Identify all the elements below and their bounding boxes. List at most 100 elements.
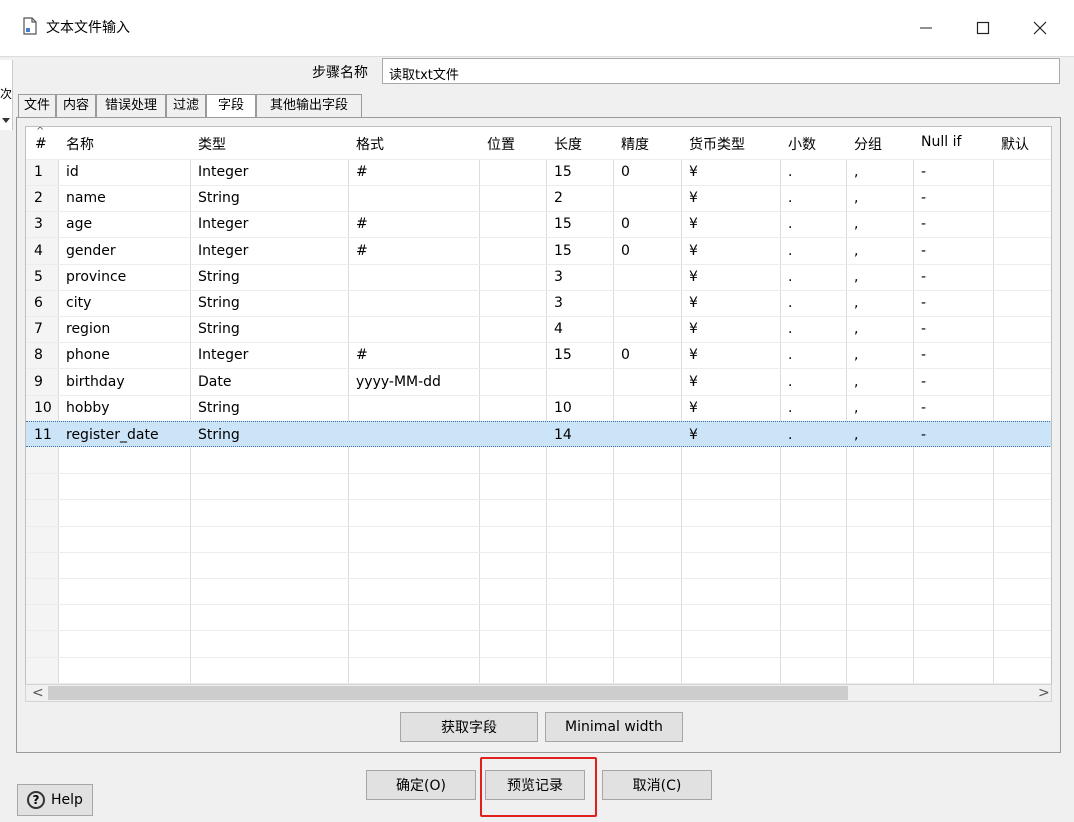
cell-type[interactable]: Date: [198, 374, 231, 390]
row-number[interactable]: 5: [34, 269, 43, 285]
column-header-group[interactable]: 分组: [854, 134, 882, 154]
cell-null-if[interactable]: -: [921, 164, 926, 180]
row-number[interactable]: 2: [34, 190, 43, 206]
column-header-format[interactable]: 格式: [356, 134, 384, 154]
step-name-input[interactable]: 读取txt文件: [382, 58, 1060, 84]
cell-null-if[interactable]: -: [921, 243, 926, 259]
cell-format[interactable]: yyyy-MM-dd: [356, 374, 441, 390]
cell-name[interactable]: city: [66, 295, 91, 311]
table-row[interactable]: 9 birthday Date yyyy-MM-dd ¥., -: [26, 369, 1051, 396]
cell-currency[interactable]: ¥: [689, 164, 698, 180]
cell-name[interactable]: name: [66, 190, 106, 206]
cell-group[interactable]: ,: [854, 243, 858, 259]
tab-other-output-fields[interactable]: 其他输出字段: [256, 94, 362, 117]
minimize-button[interactable]: [898, 8, 954, 48]
row-number[interactable]: 10: [34, 400, 52, 416]
get-fields-button[interactable]: 获取字段: [400, 712, 538, 742]
cell-length[interactable]: 3: [554, 269, 563, 285]
row-number[interactable]: 1: [34, 164, 43, 180]
cell-precision[interactable]: 0: [621, 164, 630, 180]
cell-decimal[interactable]: .: [788, 321, 792, 337]
minimal-width-button[interactable]: Minimal width: [545, 712, 683, 742]
cell-length[interactable]: 2: [554, 190, 563, 206]
row-number[interactable]: 11: [34, 427, 52, 443]
cell-name[interactable]: phone: [66, 347, 110, 363]
cell-group[interactable]: ,: [854, 347, 858, 363]
close-button[interactable]: [1012, 8, 1068, 48]
column-header-position[interactable]: 位置: [487, 134, 515, 154]
cell-format[interactable]: #: [356, 216, 368, 232]
cell-type[interactable]: String: [198, 400, 240, 416]
cell-decimal[interactable]: .: [788, 400, 792, 416]
cell-name[interactable]: age: [66, 216, 92, 232]
cell-type[interactable]: String: [198, 295, 240, 311]
cell-name[interactable]: region: [66, 321, 110, 337]
cell-null-if[interactable]: -: [921, 400, 926, 416]
cell-decimal[interactable]: .: [788, 190, 792, 206]
column-header-currency[interactable]: 货币类型: [689, 134, 745, 154]
cell-group[interactable]: ,: [854, 400, 858, 416]
row-number[interactable]: 9: [34, 374, 43, 390]
cell-type[interactable]: String: [198, 190, 240, 206]
scrollbar-thumb[interactable]: [48, 686, 848, 700]
cell-decimal[interactable]: .: [788, 427, 792, 443]
table-row[interactable]: 4 gender Integer #15 0 ¥., -: [26, 238, 1051, 265]
cell-null-if[interactable]: -: [921, 190, 926, 206]
cell-precision[interactable]: 0: [621, 216, 630, 232]
help-button[interactable]: ? Help: [17, 784, 93, 816]
scroll-right-arrow-icon[interactable]: >: [1038, 685, 1050, 701]
cell-type[interactable]: String: [198, 269, 240, 285]
cell-group[interactable]: ,: [854, 190, 858, 206]
cell-length[interactable]: 15: [554, 347, 572, 363]
cell-name[interactable]: birthday: [66, 374, 125, 390]
cell-decimal[interactable]: .: [788, 243, 792, 259]
table-row[interactable]: 2 name String 2 ¥., -: [26, 185, 1051, 213]
tab-content[interactable]: 内容: [56, 94, 96, 117]
cell-precision[interactable]: 0: [621, 243, 630, 259]
table-row[interactable]: 6 city String 3 ¥., -: [26, 290, 1051, 317]
cell-currency[interactable]: ¥: [689, 347, 698, 363]
cell-group[interactable]: ,: [854, 216, 858, 232]
cell-null-if[interactable]: -: [921, 295, 926, 311]
cell-currency[interactable]: ¥: [689, 216, 698, 232]
cell-length[interactable]: 15: [554, 164, 572, 180]
cell-currency[interactable]: ¥: [689, 295, 698, 311]
cell-format[interactable]: #: [356, 243, 368, 259]
cancel-button[interactable]: 取消(C): [602, 770, 712, 800]
cell-type[interactable]: Integer: [198, 347, 248, 363]
cell-decimal[interactable]: .: [788, 374, 792, 390]
cell-decimal[interactable]: .: [788, 269, 792, 285]
cell-group[interactable]: ,: [854, 374, 858, 390]
cell-length[interactable]: 4: [554, 321, 563, 337]
row-number[interactable]: 7: [34, 321, 43, 337]
cell-type[interactable]: String: [198, 321, 240, 337]
cell-name[interactable]: province: [66, 269, 126, 285]
row-number[interactable]: 3: [34, 216, 43, 232]
cell-type[interactable]: Integer: [198, 164, 248, 180]
cell-currency[interactable]: ¥: [689, 400, 698, 416]
cell-group[interactable]: ,: [854, 427, 858, 443]
column-header-type[interactable]: 类型: [198, 134, 226, 154]
cell-name[interactable]: id: [66, 164, 79, 180]
fields-table[interactable]: ^ # 名称 类型 格式 位置 长度 精度 货币类型 小数 分组 Null if…: [25, 126, 1052, 686]
table-row[interactable]: 8 phone Integer #15 0 ¥., -: [26, 342, 1051, 370]
cell-precision[interactable]: 0: [621, 347, 630, 363]
cell-format[interactable]: #: [356, 164, 368, 180]
row-number[interactable]: 6: [34, 295, 43, 311]
cell-group[interactable]: ,: [854, 164, 858, 180]
cell-decimal[interactable]: .: [788, 164, 792, 180]
cell-length[interactable]: 15: [554, 243, 572, 259]
column-header-decimal[interactable]: 小数: [788, 134, 816, 154]
cell-group[interactable]: ,: [854, 269, 858, 285]
scroll-left-arrow-icon[interactable]: <: [32, 685, 44, 701]
cell-group[interactable]: ,: [854, 295, 858, 311]
cell-currency[interactable]: ¥: [689, 321, 698, 337]
column-header-length[interactable]: 长度: [554, 134, 582, 154]
cell-decimal[interactable]: .: [788, 295, 792, 311]
cell-decimal[interactable]: .: [788, 347, 792, 363]
cell-null-if[interactable]: -: [921, 321, 926, 337]
cell-name[interactable]: hobby: [66, 400, 110, 416]
cell-group[interactable]: ,: [854, 321, 858, 337]
cell-decimal[interactable]: .: [788, 216, 792, 232]
table-row[interactable]: 7 region String 4 ¥., -: [26, 316, 1051, 344]
